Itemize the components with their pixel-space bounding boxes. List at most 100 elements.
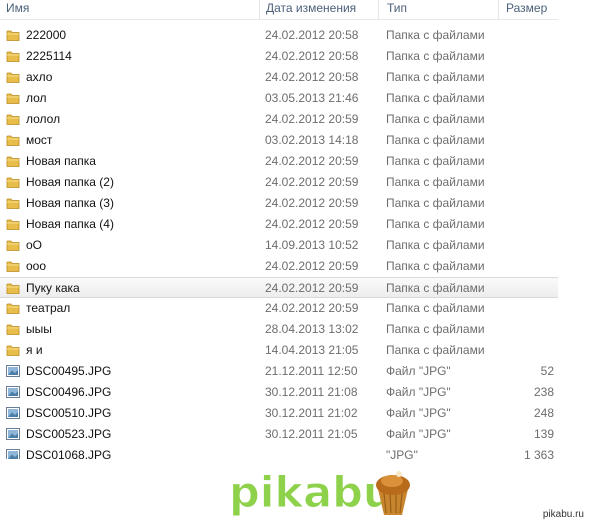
file-row[interactable]: DSC00510.JPG 30.12.2011 21:02 Файл "JPG" 24… bbox=[0, 403, 558, 424]
pikabu-logo: pikabu bbox=[229, 468, 410, 519]
row-type: Папка с файлами bbox=[386, 322, 485, 336]
column-header-date[interactable]: Дата изменения bbox=[259, 0, 378, 19]
row-name: Новая папка (3) bbox=[26, 196, 114, 210]
folder-row[interactable]: лолол 24.02.2012 20:59 Папка с файлами bbox=[0, 109, 558, 130]
row-size: 1 363 bbox=[523, 448, 554, 459]
row-type: Папка с файлами bbox=[386, 281, 485, 295]
column-header-name[interactable]: Имя bbox=[0, 0, 259, 19]
row-name: мост bbox=[26, 133, 53, 147]
image-file-icon bbox=[6, 406, 20, 420]
folder-icon bbox=[6, 175, 20, 189]
file-row[interactable]: DSC00496.JPG 30.12.2011 21:08 Файл "JPG" 23… bbox=[0, 382, 558, 403]
row-date: 24.02.2012 20:58 bbox=[265, 70, 359, 84]
row-date: 30.12.2011 21:08 bbox=[265, 385, 358, 399]
row-name: театрал bbox=[26, 301, 71, 315]
row-type: Файл "JPG" bbox=[386, 385, 451, 399]
folder-row[interactable]: ахло 24.02.2012 20:58 Папка с файлами bbox=[0, 67, 558, 88]
row-date: 30.12.2011 21:05 bbox=[265, 427, 358, 441]
folder-icon bbox=[6, 238, 20, 252]
file-row[interactable]: DSC00495.JPG 21.12.2011 12:50 Файл "JPG" 52 bbox=[0, 361, 558, 382]
row-date: 24.02.2012 20:59 bbox=[265, 259, 359, 273]
folder-row[interactable]: Новая папка 24.02.2012 20:59 Папка с файла… bbox=[0, 151, 558, 172]
row-date: 03.05.2013 21:46 bbox=[265, 91, 359, 105]
row-name: DSC00496.JPG bbox=[26, 385, 112, 399]
folder-row[interactable]: я и 14.04.2013 21:05 Папка с файлами bbox=[0, 340, 558, 361]
file-rows: 222000 24.02.2012 20:58 Папка с файлами 222… bbox=[0, 25, 558, 459]
row-date: 24.02.2012 20:59 bbox=[265, 154, 359, 168]
row-date: 24.02.2012 20:58 bbox=[265, 28, 359, 42]
row-type: Папка с файлами bbox=[386, 217, 485, 231]
row-type: Папка с файлами bbox=[386, 301, 485, 315]
folder-row[interactable]: Пуку кака 24.02.2012 20:59 Папка с файлами bbox=[0, 277, 558, 298]
row-type: Файл "JPG" bbox=[386, 406, 451, 420]
row-type: Файл "JPG" bbox=[386, 364, 451, 378]
image-file-icon bbox=[6, 364, 20, 378]
folder-row[interactable]: оО 14.09.2013 10:52 Папка с файлами bbox=[0, 235, 558, 256]
column-header-type[interactable]: Тип bbox=[378, 0, 498, 19]
row-name: Пуку кака bbox=[26, 281, 80, 295]
row-type: Папка с файлами bbox=[386, 154, 485, 168]
row-type: Папка с файлами bbox=[386, 49, 485, 63]
row-name: 222000 bbox=[26, 28, 67, 42]
row-date: 28.04.2013 13:02 bbox=[265, 322, 359, 336]
folder-icon bbox=[6, 91, 20, 105]
folder-icon bbox=[6, 196, 20, 210]
row-type: Папка с файлами bbox=[386, 259, 485, 273]
row-name: Новая папка (2) bbox=[26, 175, 114, 189]
folder-icon bbox=[6, 322, 20, 336]
row-size: 52 bbox=[540, 364, 554, 378]
row-type: Папка с файлами bbox=[386, 196, 485, 210]
folder-icon bbox=[6, 259, 20, 273]
folder-row[interactable]: Новая папка (4) 24.02.2012 20:59 Папка с ф… bbox=[0, 214, 558, 235]
row-name: DSC01068.JPG bbox=[26, 448, 112, 459]
row-name: Новая папка bbox=[26, 154, 96, 168]
logo-text: pikabu bbox=[229, 468, 394, 518]
row-date: 21.12.2011 12:50 bbox=[265, 364, 358, 378]
row-date: 24.02.2012 20:59 bbox=[265, 196, 359, 210]
site-watermark: pikabu.ru bbox=[542, 509, 584, 520]
folder-icon bbox=[6, 281, 20, 295]
folder-row[interactable]: Новая папка (2) 24.02.2012 20:59 Папка с ф… bbox=[0, 172, 558, 193]
folder-icon bbox=[6, 28, 20, 42]
row-date: 03.02.2013 14:18 bbox=[265, 133, 359, 147]
row-name: ахло bbox=[26, 70, 53, 84]
folder-row[interactable]: 2225114 24.02.2012 20:58 Папка с файлами bbox=[0, 46, 558, 67]
column-header-size[interactable]: Размер bbox=[498, 0, 558, 19]
row-name: я и bbox=[26, 343, 43, 357]
row-type: Файл "JPG" bbox=[386, 427, 451, 441]
row-date: 24.02.2012 20:59 bbox=[265, 301, 359, 315]
folder-row[interactable]: мост 03.02.2013 14:18 Папка с файлами bbox=[0, 130, 558, 151]
folder-row[interactable]: 222000 24.02.2012 20:58 Папка с файлами bbox=[0, 25, 558, 46]
folder-row[interactable]: Новая папка (3) 24.02.2012 20:59 Папка с ф… bbox=[0, 193, 558, 214]
row-name: Новая папка (4) bbox=[26, 217, 114, 231]
folder-icon bbox=[6, 133, 20, 147]
folder-icon bbox=[6, 217, 20, 231]
file-list-view: Имя Дата изменения Тип Размер 222000 24.0… bbox=[0, 0, 558, 459]
row-name: лолол bbox=[26, 112, 61, 126]
row-name: DSC00510.JPG bbox=[26, 406, 112, 420]
row-date: 24.02.2012 20:58 bbox=[265, 49, 359, 63]
row-type: Папка с файлами bbox=[386, 133, 485, 147]
folder-row[interactable]: театрал 24.02.2012 20:59 Папка с файлами bbox=[0, 298, 558, 319]
file-row[interactable]: DSC00523.JPG 30.12.2011 21:05 Файл "JPG" 13… bbox=[0, 424, 558, 445]
folder-icon bbox=[6, 70, 20, 84]
row-name: ыыы bbox=[26, 322, 52, 336]
row-type: Папка с файлами bbox=[386, 112, 485, 126]
image-file-icon bbox=[6, 448, 20, 459]
row-date: 24.02.2012 20:59 bbox=[265, 281, 359, 295]
row-size: 139 bbox=[533, 427, 554, 441]
folder-icon bbox=[6, 301, 20, 315]
folder-icon bbox=[6, 343, 20, 357]
folder-row[interactable]: ооо 24.02.2012 20:59 Папка с файлами bbox=[0, 256, 558, 277]
folder-icon bbox=[6, 49, 20, 63]
row-size: 248 bbox=[533, 406, 554, 420]
folder-icon bbox=[6, 154, 20, 168]
row-type: Папка с файлами bbox=[386, 343, 485, 357]
row-date: 30.12.2011 21:02 bbox=[265, 406, 358, 420]
image-file-icon bbox=[6, 427, 20, 441]
folder-icon bbox=[6, 112, 20, 126]
folder-row[interactable]: лол 03.05.2013 21:46 Папка с файлами bbox=[0, 88, 558, 109]
folder-row[interactable]: ыыы 28.04.2013 13:02 Папка с файлами bbox=[0, 319, 558, 340]
row-date: 24.02.2012 20:59 bbox=[265, 175, 359, 189]
row-name: ооо bbox=[26, 259, 47, 273]
